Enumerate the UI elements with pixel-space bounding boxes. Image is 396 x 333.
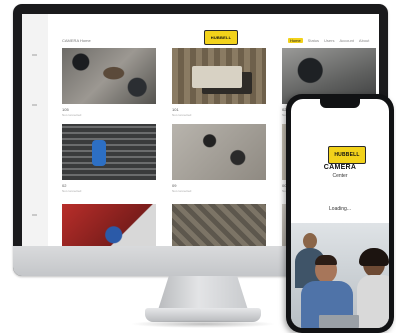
nav-home[interactable]: Home: [288, 38, 303, 43]
nav-users[interactable]: Users: [324, 38, 334, 43]
laptop: [319, 315, 359, 328]
camera-name: 02: [62, 183, 67, 188]
camera-thumbnail[interactable]: [172, 48, 266, 104]
camera-tile[interactable]: 09 Not connected: [172, 124, 266, 193]
logo-text: HUBBELL: [334, 152, 360, 158]
loading-indicator: Loading...: [329, 206, 351, 212]
camera-tile[interactable]: [62, 204, 156, 246]
sidebar-item[interactable]: [32, 54, 37, 56]
nav-account[interactable]: Account: [339, 38, 353, 43]
camera-tile[interactable]: 105 Not connected: [62, 48, 156, 117]
camera-thumbnail[interactable]: [62, 204, 156, 246]
hubbell-logo-mobile: HUBBELL: [328, 146, 366, 164]
camera-tile[interactable]: [172, 204, 266, 246]
phone-screen: HUBBELL: [291, 99, 389, 328]
hubbell-logo[interactable]: HUBBELL: [204, 30, 238, 45]
stand-shadow: [130, 320, 276, 328]
camera-thumbnail[interactable]: [62, 48, 156, 104]
camera-status: Not connected: [62, 113, 82, 117]
mobile-phone: HUBBELL CAMERA Center Loading...: [286, 94, 394, 333]
camera-thumbnail[interactable]: [62, 124, 156, 180]
camera-tile[interactable]: 101 Not connected: [172, 48, 266, 117]
camera-status: Not connected: [172, 113, 192, 117]
logo-text: HUBBELL: [210, 35, 232, 40]
top-nav: Home Status Users Account About: [288, 38, 369, 43]
camera-status: Not connected: [172, 189, 192, 193]
camera-name: 105: [62, 107, 69, 112]
camera-tile[interactable]: 02 Not connected: [62, 124, 156, 193]
people-photo: [291, 223, 389, 328]
sidebar: [22, 14, 48, 246]
camera-thumbnail[interactable]: [172, 124, 266, 180]
app-subtitle-mobile: Center: [332, 173, 348, 179]
monitor-stand-neck: [158, 276, 248, 310]
camera-thumbnail[interactable]: [172, 204, 266, 246]
app-title-mobile: CAMERA: [323, 164, 357, 171]
camera-name: 101: [172, 107, 179, 112]
phone-notch: [320, 99, 360, 108]
sidebar-item[interactable]: [32, 104, 37, 106]
nav-about[interactable]: About: [359, 38, 369, 43]
camera-status: Not connected: [62, 189, 82, 193]
camera-name: 09: [172, 183, 177, 188]
sidebar-item[interactable]: [32, 214, 37, 216]
nav-status[interactable]: Status: [308, 38, 319, 43]
app-title: CAMERA Home: [62, 38, 91, 43]
